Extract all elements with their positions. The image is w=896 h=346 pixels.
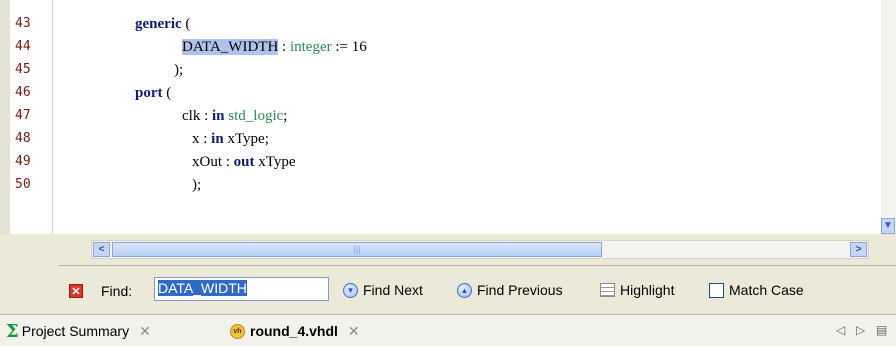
tab-label: Project Summary xyxy=(21,323,130,339)
find-label: Find: xyxy=(101,283,133,299)
close-tab-icon[interactable]: ✕ xyxy=(139,323,151,340)
line-number: 47 xyxy=(15,108,31,123)
code-token: ); xyxy=(174,62,184,78)
match-case-label: Match Case xyxy=(729,282,804,298)
code-token: ); xyxy=(192,177,202,193)
code-line[interactable]: 46 port ( xyxy=(0,83,896,106)
line-number: 49 xyxy=(15,154,31,169)
code-token: := 16 xyxy=(331,39,367,55)
code-text: x : in xType; xyxy=(192,131,269,148)
code-keyword: port xyxy=(135,85,163,101)
find-previous-label: Find Previous xyxy=(477,282,563,298)
code-token: x : xyxy=(192,131,212,147)
code-text: xOut : out xType xyxy=(192,154,296,171)
code-text: ); xyxy=(192,177,201,194)
code-keyword: in xyxy=(212,108,225,124)
code-text: ); xyxy=(174,62,183,79)
highlight-button[interactable]: Highlight xyxy=(600,281,674,299)
horizontal-scroll-thumb[interactable]: ||| xyxy=(112,242,602,257)
code-token: ( xyxy=(162,85,172,101)
code-token: xOut : xyxy=(192,154,234,170)
code-token: clk : xyxy=(182,108,212,124)
find-input-value: DATA_WIDTH xyxy=(158,280,247,296)
line-number: 48 xyxy=(15,131,31,146)
highlight-lines-icon xyxy=(600,283,615,297)
horizontal-scrollbar[interactable]: < ||| > xyxy=(91,240,869,259)
find-bar: ✕ Find: DATA_WIDTH ▼ Find Next ▲ Find Pr… xyxy=(59,265,896,313)
code-keyword: out xyxy=(233,154,255,170)
code-token: ; xyxy=(283,108,288,124)
code-token: xType; xyxy=(223,131,269,147)
code-line[interactable]: 48 x : in xType; xyxy=(0,129,896,152)
sigma-icon: Σ xyxy=(6,320,19,342)
code-type: std_logic xyxy=(228,108,284,124)
code-text: port ( xyxy=(135,85,171,102)
code-line[interactable]: 44 DATA_WIDTH : integer := 16 xyxy=(0,37,896,60)
code-token: : xyxy=(278,39,290,55)
scroll-down-button[interactable]: ▼ xyxy=(881,218,895,234)
code-line[interactable]: 45); xyxy=(0,60,896,83)
line-number: 44 xyxy=(15,39,31,54)
code-lines[interactable]: 43 generic (44 DATA_WIDTH : integer := 16 4… xyxy=(0,14,896,198)
tab-scroll-left-icon[interactable]: ◁ xyxy=(836,323,845,337)
find-next-label: Find Next xyxy=(363,282,423,298)
arrow-down-circle-icon: ▼ xyxy=(343,282,358,298)
checkbox-box[interactable] xyxy=(709,282,724,298)
code-type: integer xyxy=(289,39,332,55)
code-line[interactable]: 49 xOut : out xType xyxy=(0,152,896,175)
vertical-scrollbar[interactable]: ▼ xyxy=(881,0,896,234)
vhdl-file-icon: vh xyxy=(230,323,245,339)
code-line[interactable]: 47 clk : in std_logic; xyxy=(0,106,896,129)
code-editor[interactable]: 43 generic (44 DATA_WIDTH : integer := 16 4… xyxy=(0,0,896,234)
tab-project-summary[interactable]: Σ Project Summary ✕ xyxy=(6,320,151,342)
code-keyword: in xyxy=(211,131,224,147)
find-next-button[interactable]: ▼ Find Next xyxy=(343,281,423,299)
close-tab-icon[interactable]: ✕ xyxy=(348,323,360,340)
code-line[interactable]: 50); xyxy=(0,175,896,198)
line-number: 45 xyxy=(15,62,31,77)
arrow-up-circle-icon: ▲ xyxy=(457,282,472,298)
line-number: 43 xyxy=(15,16,31,31)
code-keyword: generic xyxy=(135,16,182,32)
code-token: xType xyxy=(254,154,296,170)
line-number: 50 xyxy=(15,177,31,192)
code-text: DATA_WIDTH : integer := 16 xyxy=(182,39,367,56)
line-number: 46 xyxy=(15,85,31,100)
tab-round-4-vhdl[interactable]: vh round_4.vhdl ✕ xyxy=(230,321,360,341)
tab-list-menu-icon[interactable]: ▤ xyxy=(876,323,887,337)
code-text: clk : in std_logic; xyxy=(182,108,287,125)
code-text: generic ( xyxy=(135,16,190,33)
editor-tab-bar: Σ Project Summary ✕ vh round_4.vhdl ✕ ◁ … xyxy=(0,314,896,346)
close-find-bar-button[interactable]: ✕ xyxy=(69,284,83,298)
find-previous-button[interactable]: ▲ Find Previous xyxy=(457,281,563,299)
code-line[interactable]: 43 generic ( xyxy=(0,14,896,37)
scroll-right-button[interactable]: > xyxy=(850,242,867,257)
scroll-left-button[interactable]: < xyxy=(93,242,110,257)
tab-scroll-right-icon[interactable]: ▷ xyxy=(856,323,865,337)
search-match-highlight: DATA_WIDTH xyxy=(182,39,279,55)
find-input[interactable]: DATA_WIDTH xyxy=(154,277,329,301)
tab-label: round_4.vhdl xyxy=(250,323,338,339)
partial-line-above xyxy=(135,0,265,7)
match-case-checkbox[interactable]: Match Case xyxy=(709,281,804,299)
highlight-label: Highlight xyxy=(620,282,675,298)
code-token: ( xyxy=(181,16,191,32)
